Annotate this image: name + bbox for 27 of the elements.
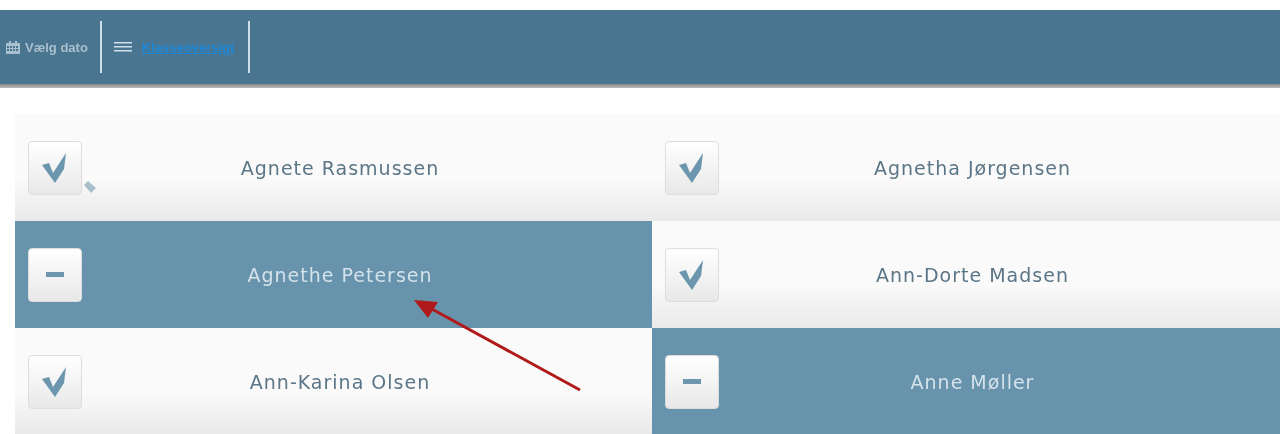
calendar-icon — [6, 40, 20, 54]
menu-icon — [113, 42, 132, 52]
checkbox[interactable] — [28, 354, 82, 409]
student-tile[interactable]: Ann-Karina Olsen — [15, 328, 652, 434]
student-name: Agnete Rasmussen — [239, 156, 441, 179]
date-button[interactable]: Vælg dato — [0, 21, 100, 73]
student-name: Agnethe Petersen — [246, 263, 434, 286]
minus-icon — [46, 272, 64, 277]
student-tile[interactable]: Agnete Rasmussen — [15, 114, 652, 221]
checkbox[interactable] — [665, 247, 719, 302]
student-tile[interactable]: Agnetha Jørgensen — [652, 114, 1280, 221]
check-icon — [679, 152, 705, 183]
check-icon — [42, 152, 68, 183]
student-name: Agnetha Jørgensen — [872, 156, 1073, 179]
student-name: Ann-Karina Olsen — [248, 370, 432, 393]
minus-icon — [683, 379, 701, 384]
student-name: Ann-Dorte Madsen — [875, 263, 1070, 286]
checkbox[interactable] — [28, 140, 82, 195]
student-tile[interactable]: Agnethe Petersen — [15, 221, 652, 328]
checkbox[interactable] — [28, 247, 82, 302]
check-icon — [42, 366, 68, 397]
student-name: Anne Møller — [909, 370, 1036, 393]
student-tile[interactable]: Anne Møller — [652, 328, 1280, 434]
checkbox[interactable] — [665, 140, 719, 195]
student-tile[interactable]: Ann-Dorte Madsen — [652, 221, 1280, 328]
checkbox[interactable] — [665, 354, 719, 409]
check-icon — [679, 259, 705, 290]
